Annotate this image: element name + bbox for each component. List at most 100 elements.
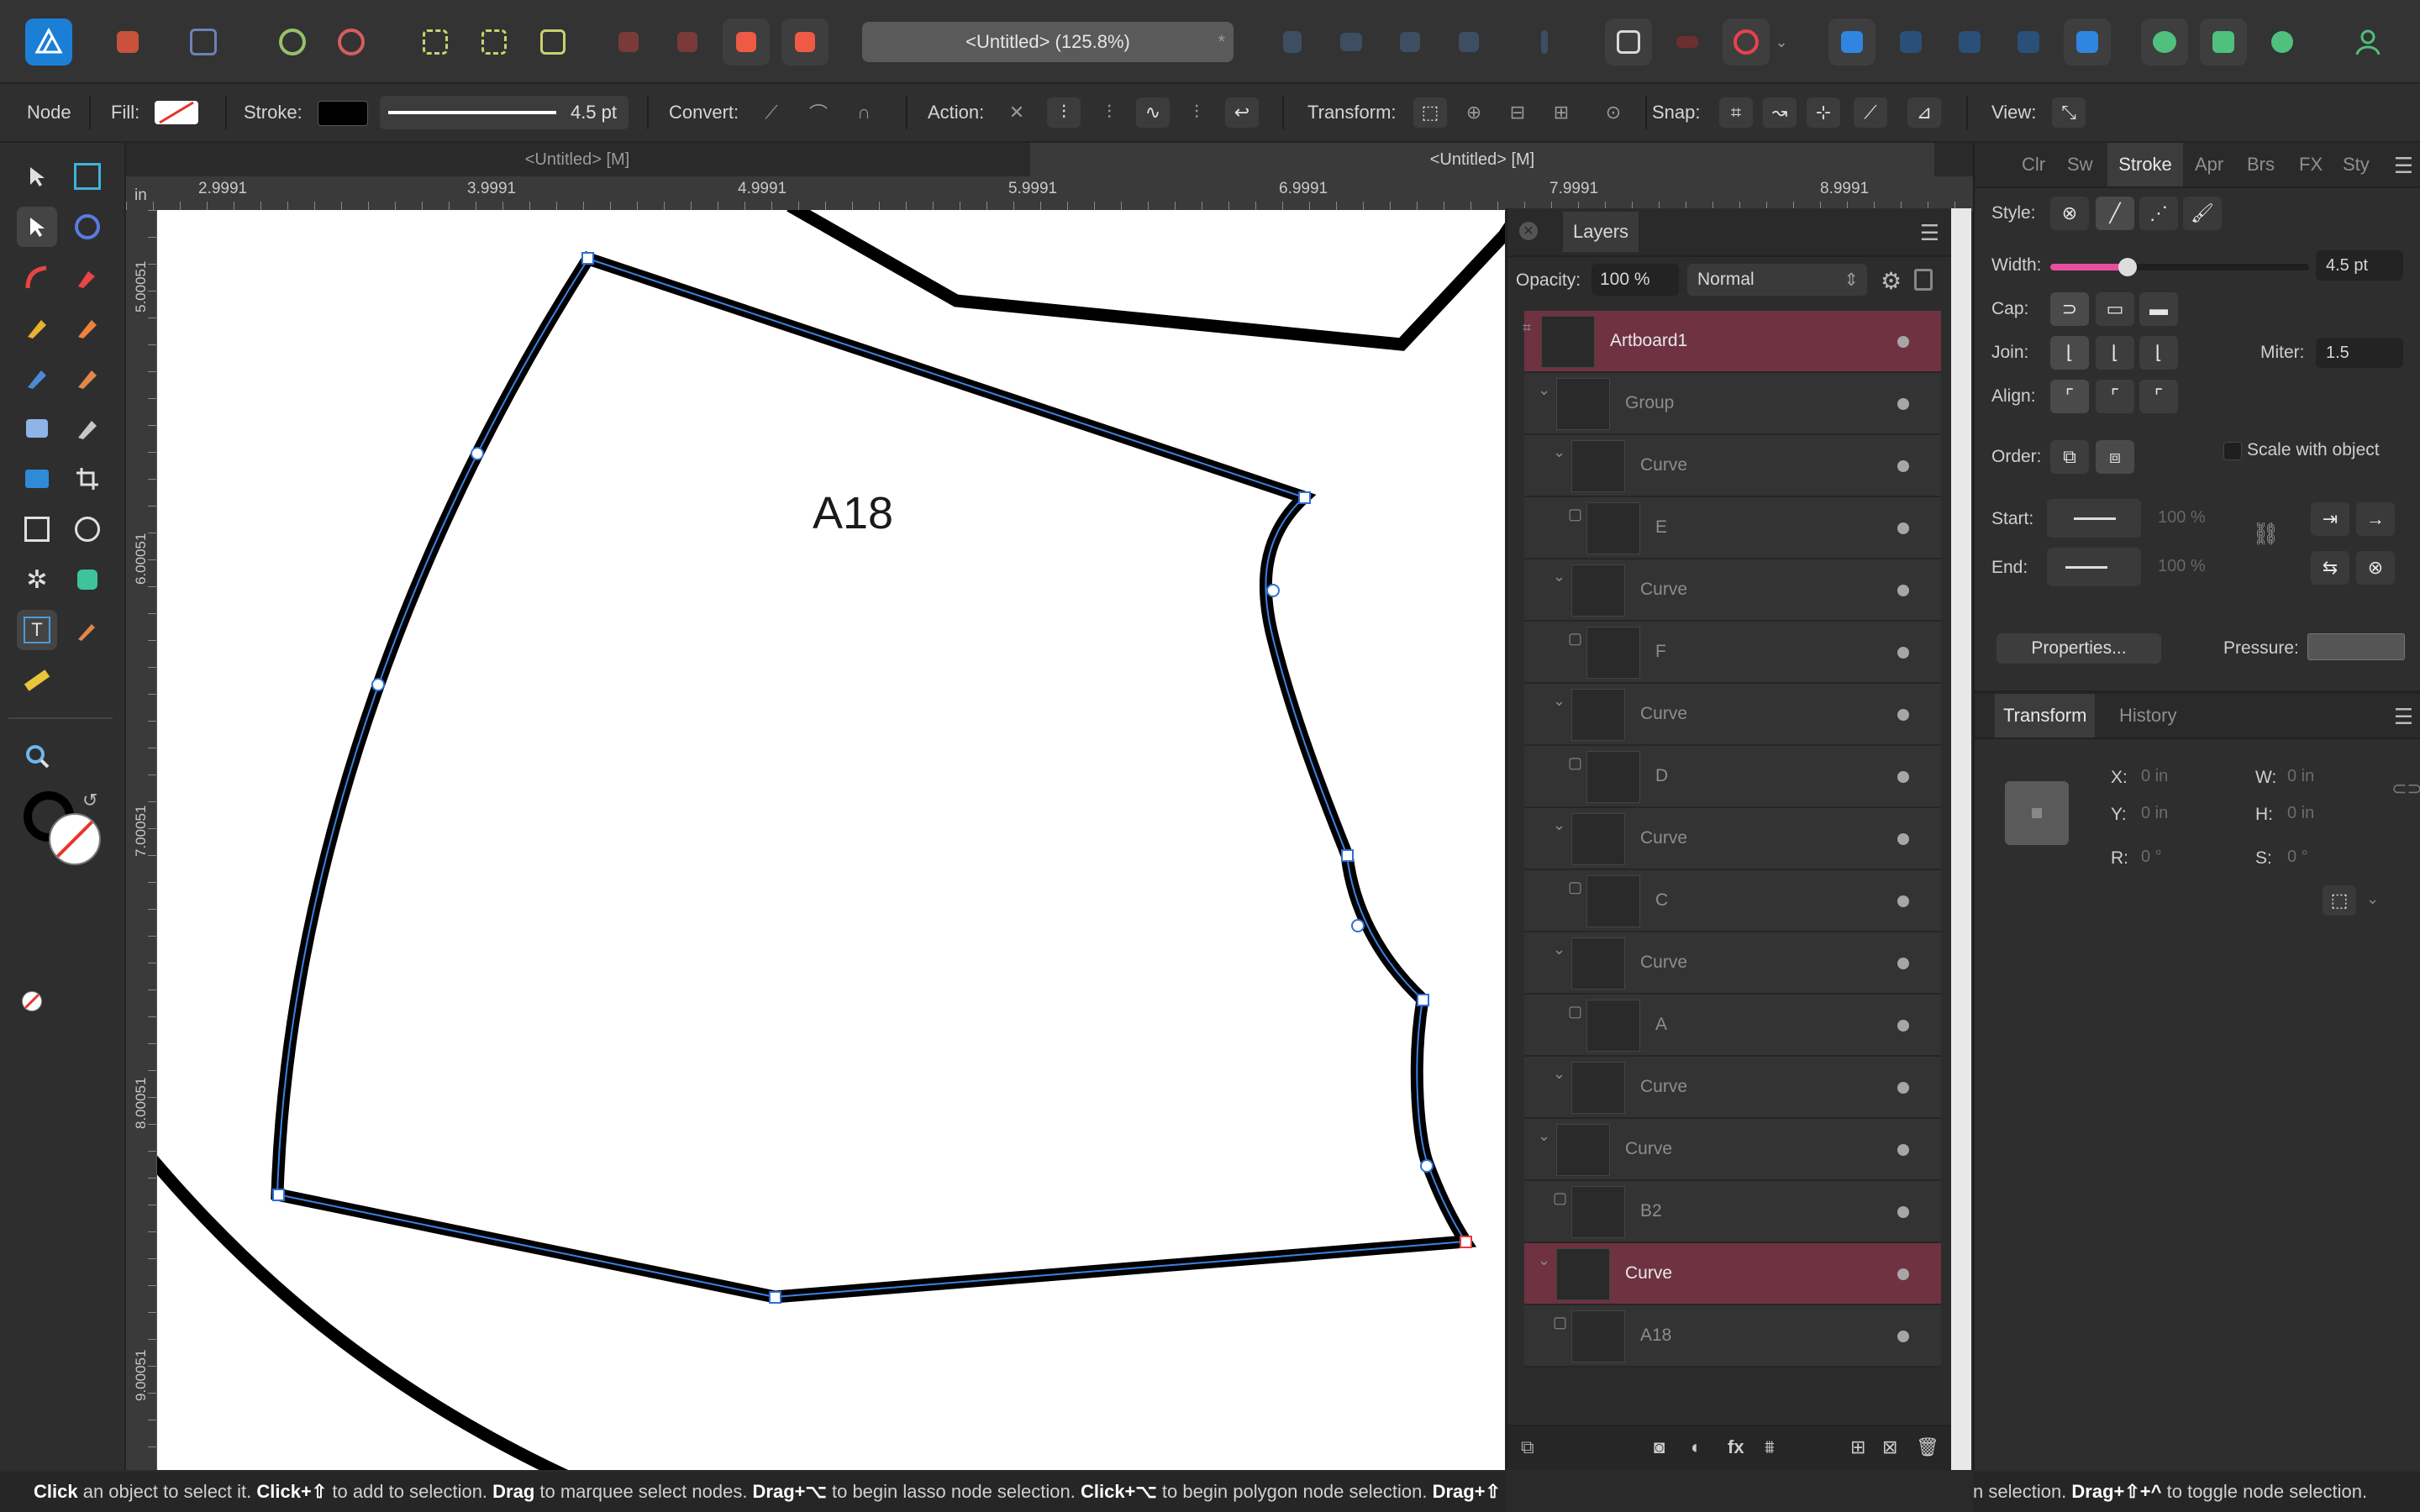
smooth-curve-icon[interactable]: ⫶ <box>1092 97 1126 128</box>
preferences-gear-icon[interactable] <box>269 18 316 66</box>
layer-row[interactable]: ▢ D <box>1524 746 1941 808</box>
artboard-icon[interactable]: ⌗ <box>1523 319 1531 337</box>
arrange-back-icon[interactable] <box>605 18 652 66</box>
cap-round-icon[interactable]: ⊃ <box>2050 292 2089 326</box>
tab-brushes[interactable]: Brs <box>2247 143 2275 186</box>
settings-gear-icon[interactable] <box>328 18 375 66</box>
layer-row[interactable]: ⌄ Curve <box>1524 1119 1941 1181</box>
opacity-field[interactable]: 100 % <box>1591 264 1679 296</box>
fill-swatch-none[interactable] <box>155 101 198 124</box>
vector-brush-tool-icon[interactable] <box>67 307 108 348</box>
tab-transform[interactable]: Transform <box>1995 694 2096 738</box>
align-center-icon[interactable]: ⌜ <box>2050 380 2089 413</box>
remove-arrows-icon[interactable]: ⊗ <box>2356 551 2395 585</box>
pie-chart-icon[interactable] <box>2259 18 2306 66</box>
snap-to-angles-icon[interactable]: ⊿ <box>1907 97 1941 128</box>
corner-tool-icon[interactable] <box>17 257 57 297</box>
visibility-dot-icon[interactable] <box>1897 1082 1909 1094</box>
point-transform-tool-icon[interactable] <box>67 207 108 247</box>
panel-menu-icon[interactable]: ☰ <box>1920 220 1939 246</box>
neighbor-curve-bottom[interactable] <box>157 1126 571 1470</box>
order-front-icon[interactable]: ⧈ <box>2096 440 2134 474</box>
rectangle-tool-icon[interactable] <box>17 509 57 549</box>
visibility-dot-icon[interactable] <box>1897 1268 1909 1280</box>
arrange-backward-icon[interactable] <box>664 18 711 66</box>
layer-row[interactable]: ▢ C <box>1524 870 1941 932</box>
y-field[interactable]: 0 in <box>2131 798 2232 828</box>
layer-row[interactable]: ▢ A <box>1524 995 1941 1057</box>
visibility-dot-icon[interactable] <box>1897 398 1909 410</box>
no-color-icon[interactable] <box>22 991 42 1011</box>
start-scale-field[interactable]: 100 % <box>2148 502 2240 533</box>
document-tab[interactable]: <Untitled> [M] <box>126 143 1028 176</box>
align-icon[interactable] <box>1521 18 1568 66</box>
visibility-dot-icon[interactable] <box>1897 647 1909 659</box>
layer-row[interactable]: ⌄ Curve <box>1524 559 1941 622</box>
convert-smart-icon[interactable]: ∩ <box>847 97 881 128</box>
swap-arrows-icon[interactable]: ⇆ <box>2311 551 2349 585</box>
move-tool-icon[interactable] <box>17 156 57 197</box>
convert-sharp-icon[interactable]: ⟋ <box>755 97 788 128</box>
rotate-left-icon[interactable] <box>1386 18 1434 66</box>
rotate-right-icon[interactable] <box>1445 18 1492 66</box>
document-tab-active[interactable]: <Untitled> [M] <box>1030 143 1934 176</box>
layer-row[interactable]: ⌄ Curve <box>1524 435 1941 497</box>
visibility-dot-icon[interactable] <box>1897 585 1909 596</box>
layer-row[interactable]: ▢ A18 <box>1524 1305 1941 1368</box>
artboard-tool-icon[interactable] <box>67 156 108 197</box>
break-curve-icon[interactable]: ✕ <box>1000 97 1034 128</box>
user-account-icon[interactable] <box>2344 18 2391 66</box>
chevron-down-icon[interactable]: ⌄ <box>2366 890 2379 908</box>
selected-curve-a18[interactable] <box>271 251 1477 1304</box>
pen-tool-icon[interactable] <box>67 257 108 297</box>
layer-row[interactable]: ⌄ Curve <box>1524 1057 1941 1119</box>
node-tool-icon[interactable] <box>17 207 57 247</box>
style-none-icon[interactable]: ⊗ <box>2050 197 2089 230</box>
arrow-start-icon[interactable]: ⇥ <box>2311 502 2349 536</box>
layer-row-artboard[interactable]: ⌗ Artboard1 <box>1523 311 1941 373</box>
panel-menu-icon[interactable]: ☰ <box>2394 153 2413 179</box>
width-slider[interactable] <box>2050 258 2309 276</box>
arrange-front-icon[interactable] <box>781 18 829 66</box>
snap-to-curves-icon[interactable]: ↝ <box>1763 97 1797 128</box>
visibility-dot-icon[interactable] <box>1897 1331 1909 1342</box>
anchor-point-selector[interactable] <box>2005 781 2069 845</box>
tab-swatches[interactable]: Sw <box>2067 143 2093 186</box>
arrange-forward-icon[interactable] <box>723 18 770 66</box>
visibility-dot-icon[interactable] <box>1897 833 1909 845</box>
visibility-dot-icon[interactable] <box>1897 709 1909 721</box>
style-texture-icon[interactable]: 🖌 <box>2183 197 2222 230</box>
width-slider-knob[interactable] <box>2118 258 2138 276</box>
transform-mode-icon[interactable]: ⬚ <box>1413 97 1447 128</box>
snap-to-tangents-icon[interactable]: ⟋ <box>1854 97 1887 128</box>
expand-chevron-icon[interactable]: ⌄ <box>1553 692 1565 710</box>
share-export-icon[interactable] <box>180 18 227 66</box>
vertical-ruler[interactable]: 5.00051 6.00051 7.00051 8.00051 9.00051 <box>126 210 157 1470</box>
lock-icon[interactable] <box>1914 269 1933 291</box>
convert-smooth-icon[interactable]: ⌒ <box>802 97 835 128</box>
expand-chevron-icon[interactable]: ⌄ <box>1538 1127 1550 1145</box>
boolean-xor-icon[interactable] <box>2005 18 2052 66</box>
visibility-dot-icon[interactable] <box>1897 1206 1909 1218</box>
layer-row[interactable]: ▢ F <box>1524 622 1941 684</box>
flip-vertical-icon[interactable] <box>1328 18 1375 66</box>
expand-chevron-icon[interactable]: ⌄ <box>1553 444 1565 461</box>
visibility-dot-icon[interactable] <box>1897 771 1909 783</box>
fx-icon[interactable]: fx <box>1728 1436 1744 1458</box>
pressure-graph[interactable] <box>2307 633 2405 660</box>
visibility-dot-icon[interactable] <box>1897 336 1909 348</box>
fill-tool-icon[interactable] <box>17 358 57 398</box>
eyedropper-tool-icon[interactable] <box>67 610 108 650</box>
close-panel-icon[interactable]: ✕ <box>1519 222 1538 240</box>
layers-tab[interactable]: Layers <box>1563 212 1639 252</box>
start-arrowhead-select[interactable] <box>2047 499 2141 538</box>
transparency-tool-icon[interactable] <box>17 408 57 449</box>
isolate-icon[interactable] <box>1664 18 1711 66</box>
crop-tool-icon[interactable] <box>67 459 108 499</box>
snapping-options-chevron-icon[interactable]: ⌄ <box>1771 18 1791 66</box>
layer-row[interactable]: ⌄ Curve <box>1524 932 1941 995</box>
join-bevel-icon[interactable]: ⌊ <box>2139 336 2178 370</box>
gallery-icon[interactable] <box>2200 18 2247 66</box>
expand-chevron-icon[interactable]: ⌄ <box>1553 568 1565 585</box>
w-field[interactable]: 0 in <box>2277 761 2378 791</box>
